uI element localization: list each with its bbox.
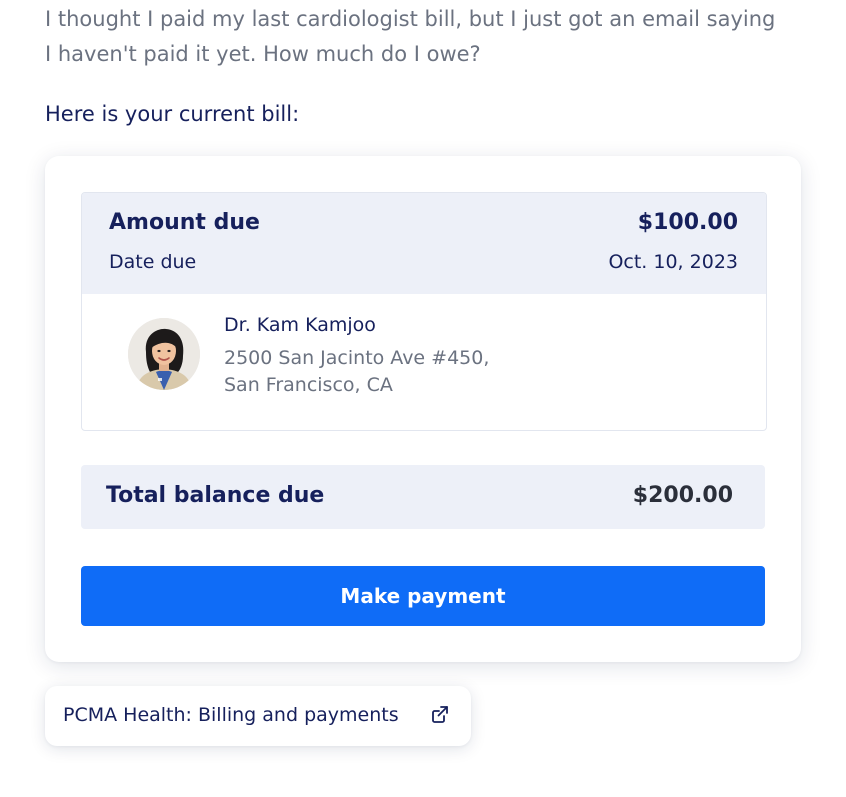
make-payment-button[interactable]: Make payment	[81, 566, 765, 626]
address-line: San Francisco, CA	[224, 374, 393, 396]
total-balance: Total balance due $200.00	[81, 465, 765, 529]
doctor-name: Dr. Kam Kamjoo	[224, 314, 376, 336]
total-balance-label: Total balance due	[106, 483, 325, 508]
billing-link[interactable]: PCMA Health: Billing and payments	[45, 686, 471, 746]
bill-details: Amount due $100.00 Date due Oct. 10, 202…	[81, 192, 767, 431]
assistant-intro: Here is your current bill:	[45, 102, 300, 126]
billing-link-label: PCMA Health: Billing and payments	[63, 704, 399, 726]
chat-page: I thought I paid my last cardiologist bi…	[0, 0, 846, 797]
user-message: I thought I paid my last cardiologist bi…	[45, 2, 825, 72]
bill-card: Amount due $100.00 Date due Oct. 10, 202…	[45, 156, 801, 662]
user-message-line: I haven't paid it yet. How much do I owe…	[45, 42, 481, 66]
user-message-line: I thought I paid my last cardiologist bi…	[45, 7, 776, 31]
external-link-icon	[432, 706, 448, 723]
amount-due-value: $100.00	[637, 210, 738, 235]
address-line: 2500 San Jacinto Ave #450,	[224, 347, 490, 369]
doctor-address: 2500 San Jacinto Ave #450, San Francisco…	[224, 345, 489, 399]
doctor-photo-icon	[128, 318, 200, 390]
amount-due-label: Amount due	[109, 210, 260, 235]
date-due-value: Oct. 10, 2023	[608, 251, 738, 273]
doctor-avatar	[128, 318, 200, 390]
total-balance-value: $200.00	[632, 483, 733, 508]
date-due-label: Date due	[109, 251, 197, 273]
bill-header: Amount due $100.00 Date due Oct. 10, 202…	[82, 193, 766, 294]
